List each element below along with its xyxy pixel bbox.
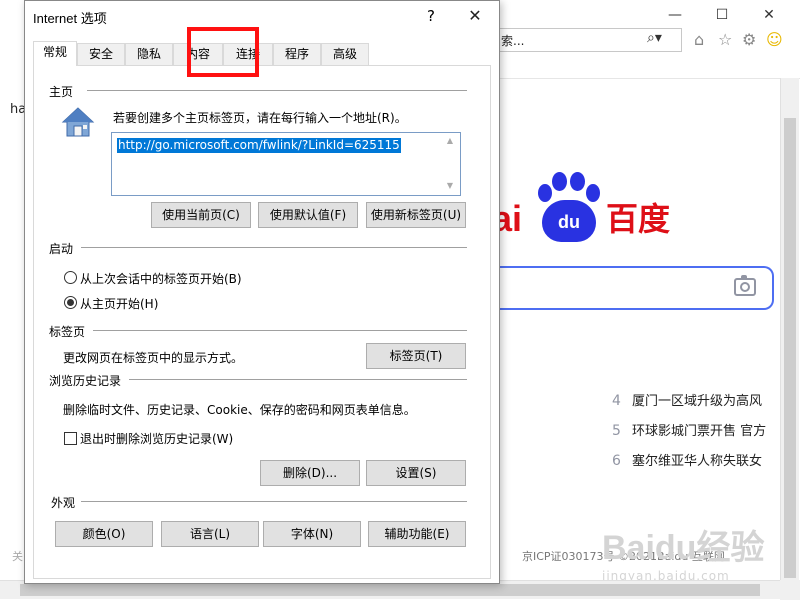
tab-advanced[interactable]: 高级 [321, 43, 369, 65]
left-strip [0, 78, 24, 578]
hot-search-list: 4 厦门一区域升级为高风 5 环球影城门票开售 官方 6 塞尔维亚华人称失联女 [612, 390, 782, 480]
delete-history-on-exit-label: 退出时删除浏览历史记录(W) [80, 432, 234, 446]
hot-list-item[interactable]: 4 厦门一区域升级为高风 [612, 390, 782, 420]
logo-chinese: 百度 [606, 200, 671, 238]
watermark-main: Baidu经验 [602, 529, 765, 567]
logo-paw-text: du [558, 212, 580, 232]
minimize-button[interactable]: — [660, 4, 690, 26]
tab-programs[interactable]: 程序 [273, 43, 321, 65]
camera-icon[interactable] [734, 275, 756, 296]
baidu-logo[interactable]: ai du 百度 [492, 172, 672, 252]
dialog-title: Internet 选项 [33, 11, 107, 26]
startup-title: 启动 [49, 242, 74, 256]
scroll-corner [780, 580, 800, 600]
use-new-tab-button[interactable]: 使用新标签页(U) [366, 202, 466, 228]
use-default-button[interactable]: 使用默认值(F) [258, 202, 358, 228]
star-icon[interactable]: ☆ [718, 30, 732, 49]
languages-button[interactable]: 语言(L) [161, 521, 259, 547]
appearance-title: 外观 [51, 496, 76, 510]
highlight-box [187, 27, 259, 77]
use-current-button[interactable]: 使用当前页(C) [151, 202, 251, 228]
textarea-scrollbar[interactable]: ▲ ▼ [442, 133, 459, 195]
history-title: 浏览历史记录 [49, 374, 122, 388]
scroll-down-icon[interactable]: ▼ [445, 181, 455, 190]
startup-home-page-radio[interactable] [64, 296, 77, 309]
home-icon[interactable]: ⌂ [694, 30, 704, 49]
internet-options-dialog: Internet 选项 ? ✕ 常规 安全 隐私 内容 连接 程序 高级 主页 … [24, 0, 500, 584]
colors-button[interactable]: 颜色(O) [55, 521, 153, 547]
tab-general[interactable]: 常规 [33, 41, 77, 66]
delete-history-on-exit-checkbox[interactable] [64, 432, 77, 445]
tabs-section-title: 标签页 [49, 325, 86, 339]
paw-icon: du [534, 172, 602, 244]
history-settings-button[interactable]: 设置(S) [366, 460, 466, 486]
hot-list-item[interactable]: 6 塞尔维亚华人称失联女 [612, 450, 782, 480]
search-dropdown-icon[interactable]: ⌕▾ [647, 30, 662, 46]
startup-last-session-radio[interactable] [64, 271, 77, 284]
footer-left: 关 [12, 550, 23, 563]
home-page-url: http://go.microsoft.com/fwlink/?LinkId=6… [117, 138, 401, 153]
dialog-close-button[interactable]: ✕ [461, 5, 489, 27]
hot-list-item[interactable]: 5 环球影城门票开售 官方 [612, 420, 782, 450]
tabs-description: 更改网页在标签页中的显示方式。 [63, 351, 244, 365]
tabs-settings-button[interactable]: 标签页(T) [366, 343, 466, 369]
home-page-instruction: 若要创建多个主页标签页，请在每行输入一个地址(R)。 [113, 111, 407, 125]
gear-icon[interactable]: ⚙ [742, 30, 756, 49]
address-text: 索... [501, 34, 525, 48]
tab-security[interactable]: 安全 [77, 43, 125, 65]
section-divider [81, 501, 467, 502]
scroll-up-icon[interactable]: ▲ [445, 136, 455, 145]
startup-option-label: 从上次会话中的标签页开始(B) [80, 272, 242, 286]
watermark: Baidu经验 jingyan.baidu.com [602, 520, 764, 583]
startup-option-label: 从主页开始(H) [80, 297, 159, 311]
section-divider [129, 379, 467, 380]
tab-privacy[interactable]: 隐私 [125, 43, 173, 65]
section-divider [93, 330, 467, 331]
window-close-button[interactable]: ✕ [754, 4, 784, 26]
delete-button[interactable]: 删除(D)... [260, 460, 360, 486]
help-button[interactable]: ? [421, 5, 441, 27]
smiley-icon[interactable]: ☺ [766, 30, 783, 49]
vertical-scrollbar[interactable] [780, 78, 799, 580]
section-divider [81, 247, 467, 248]
maximize-button[interactable]: ☐ [707, 4, 737, 26]
scroll-thumb[interactable] [20, 584, 760, 596]
history-description: 删除临时文件、历史记录、Cookie、保存的密码和网页表单信息。 [63, 403, 416, 417]
home-page-url-textarea[interactable]: http://go.microsoft.com/fwlink/?LinkId=6… [111, 132, 461, 196]
baidu-search-input[interactable] [492, 266, 774, 310]
accessibility-button[interactable]: 辅助功能(E) [368, 521, 466, 547]
fonts-button[interactable]: 字体(N) [263, 521, 361, 547]
section-divider [87, 90, 467, 91]
home-page-title: 主页 [49, 85, 74, 99]
house-icon [61, 107, 95, 137]
address-bar[interactable]: 索... ⌕▾ [470, 28, 682, 52]
scroll-thumb[interactable] [784, 118, 796, 578]
